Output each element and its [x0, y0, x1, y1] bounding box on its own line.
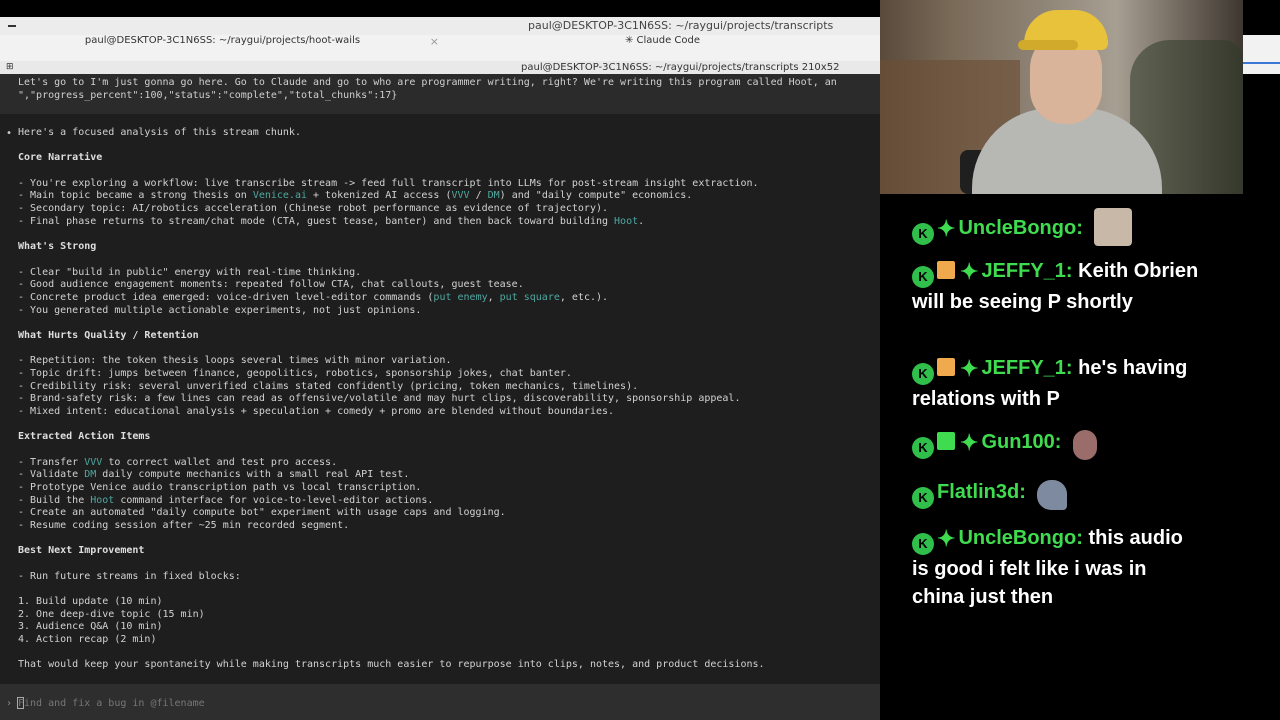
- previous-line: ","progress_percent":100,"status":"compl…: [18, 90, 398, 101]
- chat-username: JEFFY_1:: [981, 357, 1073, 379]
- text-line: - Mixed intent: educational analysis + s…: [18, 406, 615, 417]
- text-line: That would keep your spontaneity while m…: [18, 659, 765, 670]
- tab-hoot-wails[interactable]: paul@DESKTOP-3C1N6SS: ~/raygui/projects/…: [0, 35, 445, 61]
- list-item: 3. Audience Q&A (10 min): [18, 621, 163, 632]
- gift-badge-icon: [937, 358, 955, 376]
- text-line: - Secondary topic: AI/robotics accelerat…: [18, 203, 609, 214]
- text-line: - Validate DM daily compute mechanics wi…: [18, 469, 410, 480]
- webcam-feed: [880, 0, 1243, 194]
- accent-line: [1243, 62, 1280, 64]
- chat-username: UncleBongo:: [958, 217, 1083, 239]
- chat-message: K ✦ UncleBongo: this audio is good i felt …: [912, 524, 1202, 611]
- sparkle-badge-icon: ✦: [960, 356, 979, 381]
- chat-overlay: K ✦ UncleBongo: K ✦ JEFFY_1: Keith Obrien wi…: [880, 194, 1280, 720]
- bird-emote-icon: [1037, 480, 1068, 510]
- text-line: - Clear "build in public" energy with re…: [18, 267, 362, 278]
- text-line: - Good audience engagement moments: repe…: [18, 279, 524, 290]
- chat-message: K ✦ Gun100:: [912, 428, 1202, 460]
- previous-output: Let's go to I'm just gonna go here. Go t…: [0, 74, 880, 114]
- tab-label: ✳ Claude Code: [624, 35, 701, 46]
- kick-badge-icon: K: [912, 487, 934, 509]
- list-item: 1. Build update (10 min): [18, 596, 163, 607]
- minimize-icon[interactable]: [8, 25, 16, 27]
- cap-brim: [1018, 40, 1078, 50]
- chat-message: K Flatlin3d:: [912, 478, 1202, 510]
- text-line: - Credibility risk: several unverified c…: [18, 381, 639, 392]
- prompt-input[interactable]: Find and fix a bug in @filename: [18, 698, 205, 709]
- text-line: - You generated multiple actionable expe…: [18, 305, 422, 316]
- window-title: paul@DESKTOP-3C1N6SS: ~/raygui/projects/…: [528, 19, 834, 32]
- section-heading: What's Strong: [18, 241, 97, 252]
- text-line: - You're exploring a workflow: live tran…: [18, 178, 759, 189]
- kick-badge-icon: K: [912, 223, 934, 245]
- kick-badge-icon: K: [912, 437, 934, 459]
- chat-message: K ✦ JEFFY_1: Keith Obrien will be seeing P…: [912, 257, 1202, 316]
- gift-badge-icon: [937, 261, 955, 279]
- text-line: - Transfer VVV to correct wallet and tes…: [18, 457, 338, 468]
- terminal-icon: ⊞: [6, 62, 14, 72]
- section-heading: What Hurts Quality / Retention: [18, 330, 199, 341]
- emote-icon: [1073, 430, 1098, 460]
- close-tab-icon[interactable]: ×: [430, 35, 439, 48]
- text-line: - Topic drift: jumps between finance, ge…: [18, 368, 572, 379]
- chat-username: JEFFY_1:: [981, 260, 1073, 282]
- text-line: - Final phase returns to stream/chat mod…: [18, 216, 645, 227]
- list-item: 2. One deep-dive topic (15 min): [18, 609, 205, 620]
- chat-message: K ✦ UncleBongo:: [912, 208, 1202, 246]
- prompt-caret: ›: [6, 698, 13, 709]
- text-line: - Resume coding session after ~25 min re…: [18, 520, 350, 531]
- response-bullet: •: [6, 128, 13, 139]
- section-heading: Core Narrative: [18, 152, 103, 163]
- text-line: - Repetition: the token thesis loops sev…: [18, 355, 452, 366]
- sparkle-badge-icon: ✦: [937, 216, 956, 241]
- chat-username: Gun100:: [981, 431, 1062, 453]
- gift-badge-icon: [937, 432, 955, 450]
- tab-label: paul@DESKTOP-3C1N6SS: ~/raygui/projects/…: [84, 35, 361, 46]
- kick-badge-icon: K: [912, 266, 934, 288]
- chat-username: UncleBongo:: [958, 527, 1083, 549]
- text-line: - Run future streams in fixed blocks:: [18, 571, 241, 582]
- window-titlebar: paul@DESKTOP-3C1N6SS: ~/raygui/projects/…: [0, 17, 880, 35]
- section-heading: Best Next Improvement: [18, 545, 145, 556]
- sparkle-badge-icon: ✦: [960, 430, 979, 455]
- kick-badge-icon: K: [912, 533, 934, 555]
- intro-line: Here's a focused analysis of this stream…: [18, 127, 301, 138]
- chat-username: Flatlin3d:: [937, 481, 1026, 503]
- tab-bar: paul@DESKTOP-3C1N6SS: ~/raygui/projects/…: [0, 35, 880, 62]
- list-item: 4. Action recap (2 min): [18, 634, 157, 645]
- chat-message: K ✦ JEFFY_1: he's having relations with P: [912, 354, 1202, 413]
- previous-line: Let's go to I'm just gonna go here. Go t…: [18, 77, 837, 88]
- avatar-emote-icon: [1094, 208, 1133, 246]
- tab-claude-code[interactable]: ✳ Claude Code: [445, 35, 880, 61]
- section-heading: Extracted Action Items: [18, 431, 151, 442]
- kick-badge-icon: K: [912, 363, 934, 385]
- text-line: - Create an automated "daily compute bot…: [18, 507, 506, 518]
- text-line: - Build the Hoot command interface for v…: [18, 495, 434, 506]
- prompt-area[interactable]: › Find and fix a bug in @filename: [0, 684, 880, 720]
- text-line: - Concrete product idea emerged: voice-d…: [18, 292, 609, 303]
- sparkle-badge-icon: ✦: [937, 526, 956, 551]
- terminal-size-bar: ⊞ paul@DESKTOP-3C1N6SS: ~/raygui/project…: [0, 61, 880, 74]
- text-line: - Main topic became a strong thesis on V…: [18, 190, 693, 201]
- sparkle-badge-icon: ✦: [960, 259, 979, 284]
- terminal[interactable]: Let's go to I'm just gonna go here. Go t…: [0, 74, 880, 720]
- terminal-size-label: paul@DESKTOP-3C1N6SS: ~/raygui/projects/…: [521, 62, 840, 73]
- background-window-strip: [1243, 35, 1280, 74]
- text-line: - Brand-safety risk: a few lines can rea…: [18, 393, 741, 404]
- text-line: - Prototype Venice audio transcription p…: [18, 482, 422, 493]
